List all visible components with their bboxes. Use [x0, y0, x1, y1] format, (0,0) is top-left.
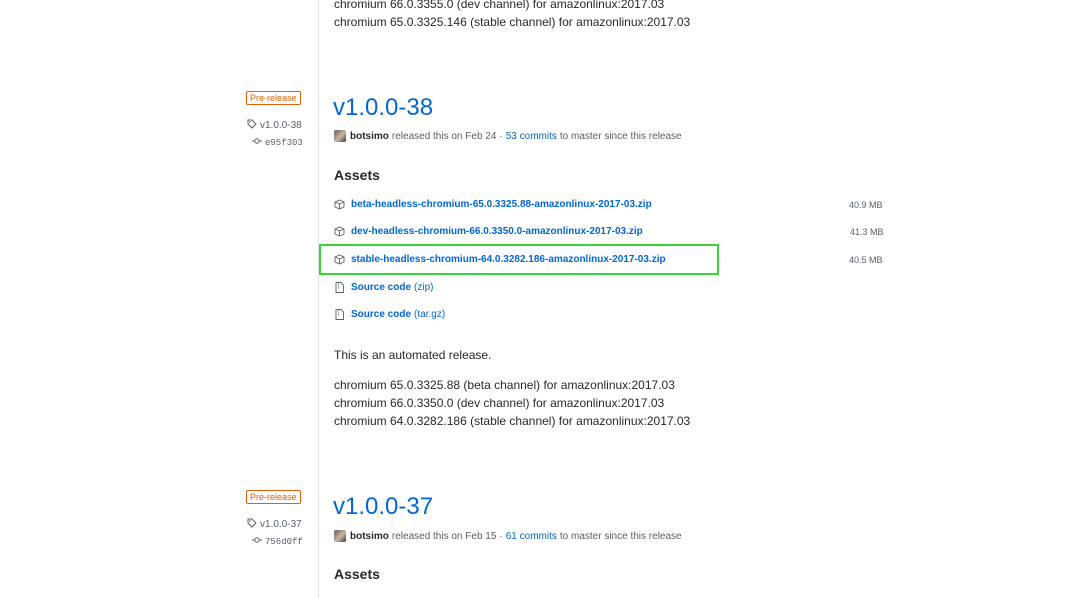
commit-sha: e95f303: [265, 137, 303, 148]
release-tag[interactable]: v1.0.0-38: [247, 119, 302, 132]
since-text: to master since this release: [559, 530, 682, 542]
release-note-line: chromium 66.0.3355.0 (dev channel) for a…: [334, 0, 665, 11]
release-title[interactable]: v1.0.0-37: [333, 493, 433, 521]
release-note-line: chromium 65.0.3325.88 (beta channel) for…: [334, 378, 675, 392]
release-commit[interactable]: 756d0ff: [252, 536, 303, 547]
release-note-line: chromium 65.0.3325.146 (stable channel) …: [334, 15, 691, 29]
tag-icon: [247, 518, 257, 531]
release-description: This is an automated release.: [334, 348, 492, 362]
source-code-link[interactable]: Source code: [351, 282, 411, 293]
release-meta: botsimo released this on Feb 15 · 61 com…: [334, 530, 682, 542]
asset-link[interactable]: dev-headless-chromium-66.0.3350.0-amazon…: [351, 226, 643, 237]
commits-link[interactable]: 61 commits: [506, 531, 557, 542]
author-link[interactable]: botsimo: [350, 131, 389, 142]
assets-heading: Assets: [334, 566, 380, 582]
commit-sha: 756d0ff: [265, 536, 303, 547]
release-note-line: chromium 64.0.3282.186 (stable channel) …: [334, 414, 691, 428]
asset-link[interactable]: stable-headless-chromium-64.0.3282.186-a…: [351, 254, 666, 265]
asset-size: 40.5 MB: [849, 255, 883, 265]
released-text: released this on Feb 15: [391, 530, 497, 542]
author-link[interactable]: botsimo: [350, 531, 389, 542]
source-code-format[interactable]: (zip): [414, 282, 433, 293]
prerelease-badge: Pre-release: [246, 490, 301, 504]
asset-link[interactable]: beta-headless-chromium-65.0.3325.88-amaz…: [351, 199, 652, 210]
timeline-divider: [318, 0, 319, 598]
commit-icon: [252, 536, 262, 547]
since-text: to master since this release: [559, 130, 682, 142]
release-note-line: chromium 66.0.3350.0 (dev channel) for a…: [334, 396, 665, 410]
prerelease-badge: Pre-release: [246, 91, 301, 105]
package-icon: [334, 226, 345, 237]
source-code-item[interactable]: Source code (zip): [334, 282, 433, 293]
tag-label: v1.0.0-38: [260, 120, 302, 131]
tag-label: v1.0.0-37: [260, 519, 302, 530]
commit-icon: [252, 137, 262, 148]
source-code-item[interactable]: Source code (tar.gz): [334, 309, 445, 320]
meta-separator: ·: [499, 130, 503, 142]
asset-item[interactable]: stable-headless-chromium-64.0.3282.186-a…: [334, 254, 666, 265]
commits-link[interactable]: 53 commits: [506, 131, 557, 142]
avatar[interactable]: [334, 130, 346, 142]
asset-size: 41.3 MB: [850, 227, 884, 237]
released-text: released this on Feb 24: [391, 130, 497, 142]
asset-item[interactable]: beta-headless-chromium-65.0.3325.88-amaz…: [334, 199, 652, 210]
tag-icon: [247, 119, 257, 132]
meta-separator: ·: [499, 530, 503, 542]
assets-heading: Assets: [334, 167, 380, 183]
source-code-format[interactable]: (tar.gz): [414, 309, 445, 320]
asset-item[interactable]: dev-headless-chromium-66.0.3350.0-amazon…: [334, 226, 643, 237]
package-icon: [334, 254, 345, 265]
release-commit[interactable]: e95f303: [252, 137, 303, 148]
release-tag[interactable]: v1.0.0-37: [247, 518, 302, 531]
source-code-link[interactable]: Source code: [351, 309, 411, 320]
asset-size: 40.9 MB: [849, 200, 883, 210]
file-zip-icon: [334, 282, 345, 293]
release-meta: botsimo released this on Feb 24 · 53 com…: [334, 130, 682, 142]
file-zip-icon: [334, 309, 345, 320]
avatar[interactable]: [334, 530, 346, 542]
release-title[interactable]: v1.0.0-38: [333, 94, 433, 122]
package-icon: [334, 199, 345, 210]
